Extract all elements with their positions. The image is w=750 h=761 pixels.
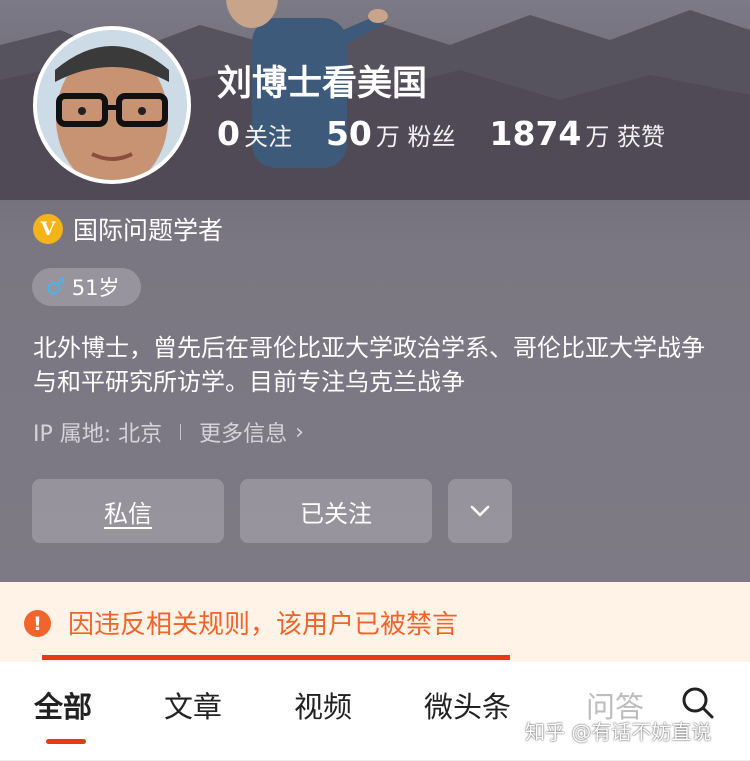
username: 刘博士看美国 — [217, 64, 428, 104]
more-actions-button[interactable] — [448, 479, 512, 543]
tab-videos[interactable]: 视频 — [294, 684, 352, 726]
followed-button[interactable]: 已关注 — [240, 479, 432, 543]
tab-articles[interactable]: 文章 — [164, 684, 222, 726]
ban-notice-text: 因违反相关规则，该用户已被禁言 — [68, 610, 459, 640]
warning-icon: ! — [24, 610, 51, 637]
following-count: 0 — [217, 114, 240, 153]
male-icon: ♂ — [46, 274, 66, 300]
bio: 北外博士，曾先后在哥伦比亚大学政治学系、哥伦比亚大学战争与和平研究所访学。目前专… — [33, 334, 705, 396]
more-info-link[interactable]: 更多信息 — [199, 416, 287, 448]
followers-label: 万 粉丝 — [375, 123, 456, 151]
ip-location-row: IP 属地: 北京 更多信息 › — [33, 416, 304, 448]
age-tag: ♂ 51岁 — [32, 268, 142, 306]
following-stat[interactable]: 0 关注 — [217, 114, 292, 153]
ip-location: IP 属地: 北京 — [33, 422, 163, 447]
verification: V 国际问题学者 — [33, 211, 223, 247]
ban-notice: ! 因违反相关规则，该用户已被禁言 — [0, 582, 750, 662]
tab-all[interactable]: 全部 — [34, 684, 92, 726]
likes-count: 1874 — [489, 114, 582, 153]
profile-stats: 0 关注 50 万 粉丝 1874 万 获赞 — [217, 114, 699, 153]
divider — [180, 424, 182, 440]
likes-label: 万 获赞 — [585, 123, 666, 151]
content-tabs: 全部 文章 视频 微头条 问答 — [0, 662, 750, 761]
ban-notice-underline — [42, 655, 510, 660]
verified-badge-icon: V — [33, 214, 63, 244]
likes-stat[interactable]: 1874 万 获赞 — [490, 114, 666, 153]
avatar-photo — [37, 30, 187, 180]
following-label: 关注 — [243, 123, 292, 151]
age-label: 51岁 — [71, 276, 120, 300]
avatar[interactable] — [33, 26, 191, 184]
chevron-right-icon[interactable]: › — [295, 420, 304, 445]
tab-micro-headlines[interactable]: 微头条 — [424, 684, 511, 726]
watermark: 知乎 @有话不妨直说 — [525, 720, 712, 744]
profile-header: 刘博士看美国 0 关注 50 万 粉丝 1874 万 获赞 V 国际问题学者 ♂… — [0, 0, 750, 582]
followers-stat[interactable]: 50 万 粉丝 — [326, 114, 456, 153]
followers-count: 50 — [325, 114, 372, 153]
active-tab-indicator — [46, 739, 86, 744]
chevron-down-icon — [470, 505, 490, 517]
message-button[interactable]: 私信 — [32, 479, 224, 543]
verification-title: 国际问题学者 — [73, 216, 224, 245]
